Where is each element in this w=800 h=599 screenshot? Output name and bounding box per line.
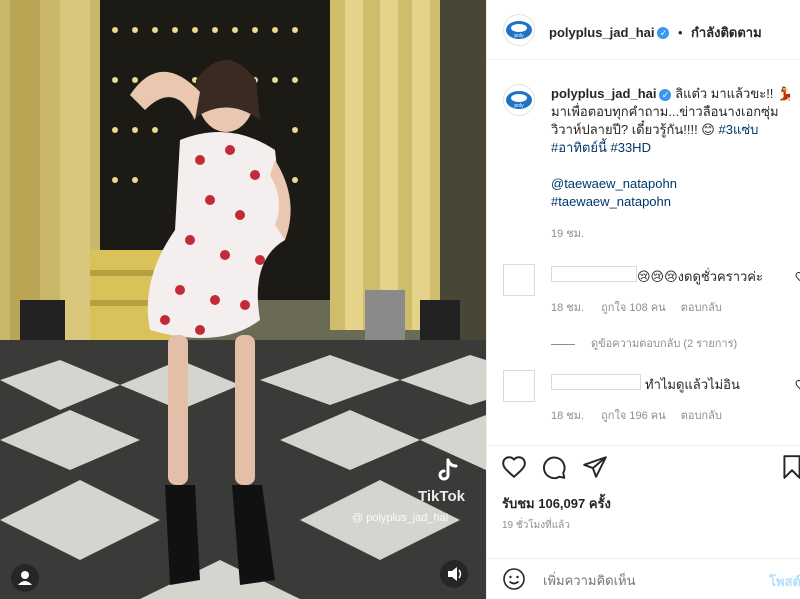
comment-item: ทำไมดูแล้วไม่อิน 18 ชม. ถูกใจ 196 คน ตอบ… [487,370,800,440]
hashtag-link[interactable]: #3แซ่บ [718,122,758,137]
add-comment-bar: โพสต์ [487,558,800,599]
comments-section: poly polyplus_jad_hai ✓ ลิแต๋ว มาแล้วขะ!!… [487,60,800,446]
view-replies-button[interactable]: ดูข้อความตอบกลับ (2 รายการ) [551,334,737,352]
tagged-user-button[interactable] [11,564,39,592]
view-replies-text: ดูข้อความตอบกลับ (2 รายการ) [591,338,738,350]
post-actions [487,447,800,487]
comment-text: ทำไมดูแล้วไม่อิน [645,377,740,392]
tiktok-brand: TikTok [418,488,465,505]
mention-link[interactable]: @taewaew_natapohn [551,175,796,193]
reply-button[interactable]: ตอบกลับ [681,302,722,314]
hashtag-link[interactable]: #อาทิตย์นี้ [551,140,607,155]
share-button[interactable] [582,454,608,485]
comment-likes[interactable]: ถูกใจ 108 คน [601,302,665,314]
comment-likes[interactable]: ถูกใจ 196 คน [601,410,665,422]
commenter-username-redacted [551,266,637,282]
volume-icon [448,567,462,581]
polyplus-logo-icon: poly [506,21,532,39]
post-header: poly polyplus_jad_hai ✓ • กำลังติดตาม [487,0,800,60]
verified-badge-icon: ✓ [657,26,670,39]
following-button[interactable]: กำลังติดตาม [691,25,762,40]
header-separator: • [677,25,683,40]
tiktok-username: @ polyplus_jad_hai [352,512,449,524]
comment-icon [543,456,566,480]
reply-button[interactable]: ตอบกลับ [681,410,722,422]
send-icon [583,456,607,478]
comment-like-button[interactable] [795,378,800,396]
post-caption: polyplus_jad_hai ✓ ลิแต๋ว มาแล้วขะ!! 💃 มา… [551,85,796,243]
commenter-username-redacted [551,374,641,390]
commenter-avatar[interactable] [503,370,535,402]
post-details-panel: poly polyplus_jad_hai ✓ • กำลังติดตาม pol… [486,0,800,599]
post-author-username[interactable]: polyplus_jad_hai [549,25,654,40]
bookmark-icon [783,455,800,479]
add-comment-input[interactable] [541,569,755,591]
heart-icon [795,271,800,282]
caption-time[interactable]: 19 ชม. [551,225,796,243]
svg-text:poly: poly [514,33,524,39]
tagged-user-icon [18,571,32,585]
tiktok-logo-icon [432,456,462,486]
heart-icon [795,379,800,390]
avatar[interactable]: poly [503,84,535,116]
caption-author-username[interactable]: polyplus_jad_hai [551,86,656,101]
svg-text:poly: poly [514,103,524,109]
hashtag-link[interactable]: #taewaew_natapohn [551,193,796,211]
post-media[interactable]: TikTok @ polyplus_jad_hai [0,0,486,599]
like-button[interactable] [501,454,527,485]
comment-text: 😢😢😢งดดูชั่วคราวค่ะ [637,269,763,284]
comment-time[interactable]: 18 ชม. [551,410,584,422]
post-time-ago[interactable]: 19 ชั่วโมงที่แล้ว [502,518,570,533]
comment-like-button[interactable] [795,270,800,288]
comment-time[interactable]: 18 ชม. [551,302,584,314]
post-comment-button[interactable]: โพสต์ [769,571,800,592]
view-count[interactable]: รับชม 106,097 ครั้ง [502,493,611,514]
audio-toggle-button[interactable] [440,560,468,588]
comment-button[interactable] [541,454,567,485]
hashtag-link[interactable]: #33HD [610,140,650,155]
polyplus-logo-icon: poly [506,91,532,109]
avatar[interactable]: poly [503,14,535,46]
heart-icon [502,456,526,479]
save-button[interactable] [781,454,800,485]
emoji-button[interactable] [502,567,526,596]
verified-badge-icon: ✓ [659,88,672,101]
emoji-icon [503,568,525,590]
view-replies-line [551,343,575,345]
commenter-avatar[interactable] [503,264,535,296]
video-frame [0,0,486,599]
